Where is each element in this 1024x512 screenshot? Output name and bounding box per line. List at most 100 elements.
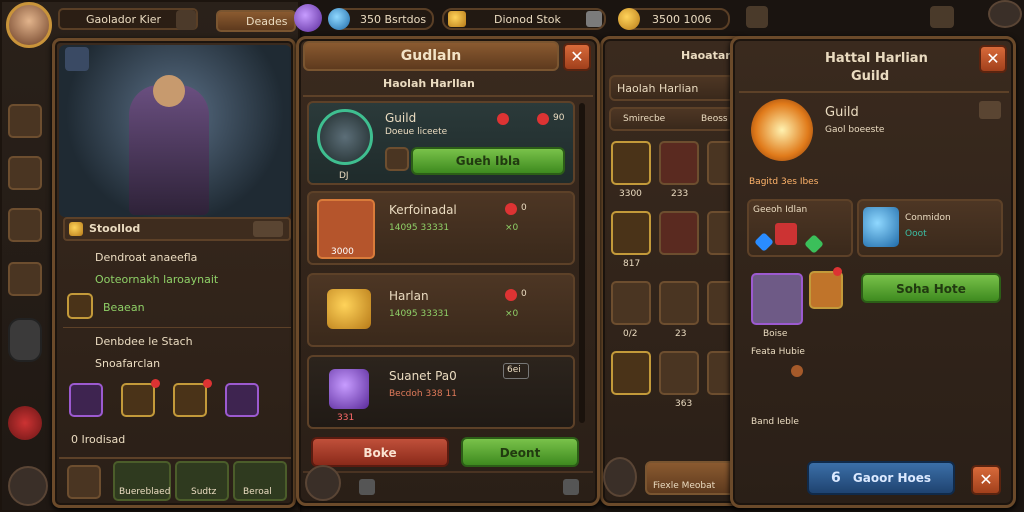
nav-item-2[interactable]: Sudtz [175, 461, 229, 501]
blue-label: Gaoor Hoes [852, 471, 932, 485]
shop-item-7[interactable] [611, 281, 651, 325]
back-arrow-icon[interactable] [359, 479, 375, 495]
info-button[interactable] [979, 101, 1001, 119]
item-slot-crystal[interactable] [751, 273, 803, 325]
home-icon[interactable] [603, 457, 637, 497]
dismiss-button[interactable]: ✕ [971, 465, 1001, 495]
shop-item-8-label: 23 [675, 329, 687, 339]
side-icon-shield[interactable] [8, 406, 42, 440]
currency-1-value: 350 Bsrtdos [360, 13, 427, 26]
corner-icon-2[interactable] [930, 6, 954, 28]
nav-item-1[interactable]: Buereblaed [113, 461, 171, 501]
side-icon-home[interactable] [8, 466, 48, 506]
ruby-icon [497, 113, 509, 125]
side-icon-book[interactable] [8, 104, 42, 138]
guild-small-icon[interactable] [385, 147, 409, 171]
list-item[interactable]: 3000 Kerfoinadal 14095 33331 0 ×0 [307, 191, 575, 265]
stat-row-3: Beaean [103, 301, 145, 314]
resource-bar: Deades [216, 10, 296, 32]
shop-bottom-bar[interactable]: Fiexle Meobat [645, 461, 741, 495]
currency-2-value: Dionod Stok [494, 13, 561, 26]
gem-icon [804, 234, 824, 254]
filter-bar[interactable]: Smirecbe Beoss [609, 107, 735, 131]
coin-icon [618, 8, 640, 30]
item-tag: 331 [337, 413, 355, 423]
side-icon-quest[interactable] [8, 208, 42, 242]
dialog-subtitle-bar: Haolah Harllan [303, 73, 593, 97]
inv-slot-3[interactable] [173, 383, 207, 417]
ruby-icon [505, 289, 517, 301]
item-badge-label: 6ei [507, 365, 521, 375]
inv-slot-2[interactable] [121, 383, 155, 417]
avatar[interactable] [6, 2, 52, 48]
sub-card-2[interactable]: Conmidon Ooot [857, 199, 1003, 257]
shop-subtitle: Haolah Harlian [617, 82, 699, 95]
shop-item-11[interactable] [659, 351, 699, 395]
gem-icon[interactable] [294, 4, 322, 32]
sub-card-2-label: Conmidon [905, 213, 951, 223]
home-icon[interactable] [305, 465, 341, 501]
stat-row-2: Ooteornakh laroaynait [95, 273, 219, 286]
item-label: Boise [763, 329, 788, 339]
side-icon-helmet[interactable] [8, 318, 42, 362]
shop-item-4[interactable] [611, 211, 651, 255]
shop-item-2[interactable] [659, 141, 699, 185]
hero-portrait [59, 45, 291, 217]
tool-icon[interactable] [65, 47, 89, 71]
shop-subtitle-bar: Haolah Harlian [609, 75, 735, 101]
list-item[interactable]: Harlan 14095 33331 0 ×0 [307, 273, 575, 347]
action-label: Soha Hote [896, 282, 966, 296]
shop-item-1[interactable] [611, 141, 651, 185]
character-card: Stoollod Dendroat anaeefla Ooteornakh la… [52, 38, 296, 508]
list-item[interactable]: 331 Suanet Pa0 Becdoh 338 11 6ei [307, 355, 575, 429]
inv-slot-4[interactable] [225, 383, 259, 417]
sort-button[interactable] [253, 221, 283, 237]
shop-item-10[interactable] [611, 351, 651, 395]
back-button[interactable]: Boke [311, 437, 449, 467]
key-icon [791, 365, 803, 377]
item-name: Harlan [389, 289, 429, 303]
guild-action-button[interactable]: Gueh Ibla [411, 147, 565, 175]
nav-icon-sword[interactable] [67, 465, 101, 499]
item-slot-gold[interactable] [809, 271, 843, 309]
guild-name: Guild [385, 111, 417, 125]
currency-2: Dionod Stok [442, 8, 606, 30]
notify-dot [203, 379, 212, 388]
item-count: 0 [521, 289, 527, 299]
blue-button[interactable]: 6 Gaoor Hoes [807, 461, 955, 495]
nav-item-3[interactable]: Beroal [233, 461, 287, 501]
coin-icon [62, 11, 78, 27]
scrollbar[interactable] [579, 103, 585, 423]
dialog-subtitle: Haolah Harllan [383, 77, 475, 90]
guild-card: DJ Guild Doeue liceete 90 Gueh Ibla [307, 101, 575, 185]
item-badge[interactable]: 6ei [503, 363, 529, 379]
edit-icon[interactable] [176, 10, 196, 30]
item-count: 0 [521, 203, 527, 213]
side-icon-chest[interactable] [8, 156, 42, 190]
potion-icon [863, 207, 899, 247]
guild-cost: 90 [553, 113, 565, 123]
filter-label: Smirecbe [623, 114, 666, 124]
expand-icon[interactable] [563, 479, 579, 495]
corner-icon[interactable] [988, 0, 1022, 28]
close-button[interactable]: ✕ [979, 45, 1007, 73]
guild-action-label: Gueh Ibla [455, 154, 521, 168]
edit-icon[interactable] [586, 11, 602, 27]
shop-item-5[interactable] [659, 211, 699, 255]
guild-sub: Gaol boeeste [825, 125, 885, 135]
side-icon-map[interactable] [8, 262, 42, 296]
action-button[interactable]: Soha Hote [861, 273, 1001, 303]
confirm-button[interactable]: Deont [461, 437, 579, 467]
sub-card-1[interactable]: Geeoh Idlan [747, 199, 853, 257]
orb-icon [328, 8, 350, 30]
close-button[interactable]: ✕ [563, 43, 591, 71]
detail-title: Hattal Harlian [825, 51, 928, 66]
bottom-nav: Buereblaed Sudtz Beroal [59, 457, 291, 501]
shop-item-8[interactable] [659, 281, 699, 325]
item-name: Suanet Pa0 [389, 369, 457, 383]
corner-icon-3[interactable] [746, 6, 768, 28]
inv-slot-1[interactable] [69, 383, 103, 417]
confirm-label: Deont [499, 446, 541, 460]
item-sub: 14095 33331 [389, 309, 450, 319]
dialog-header: Gudlaln [303, 41, 559, 71]
